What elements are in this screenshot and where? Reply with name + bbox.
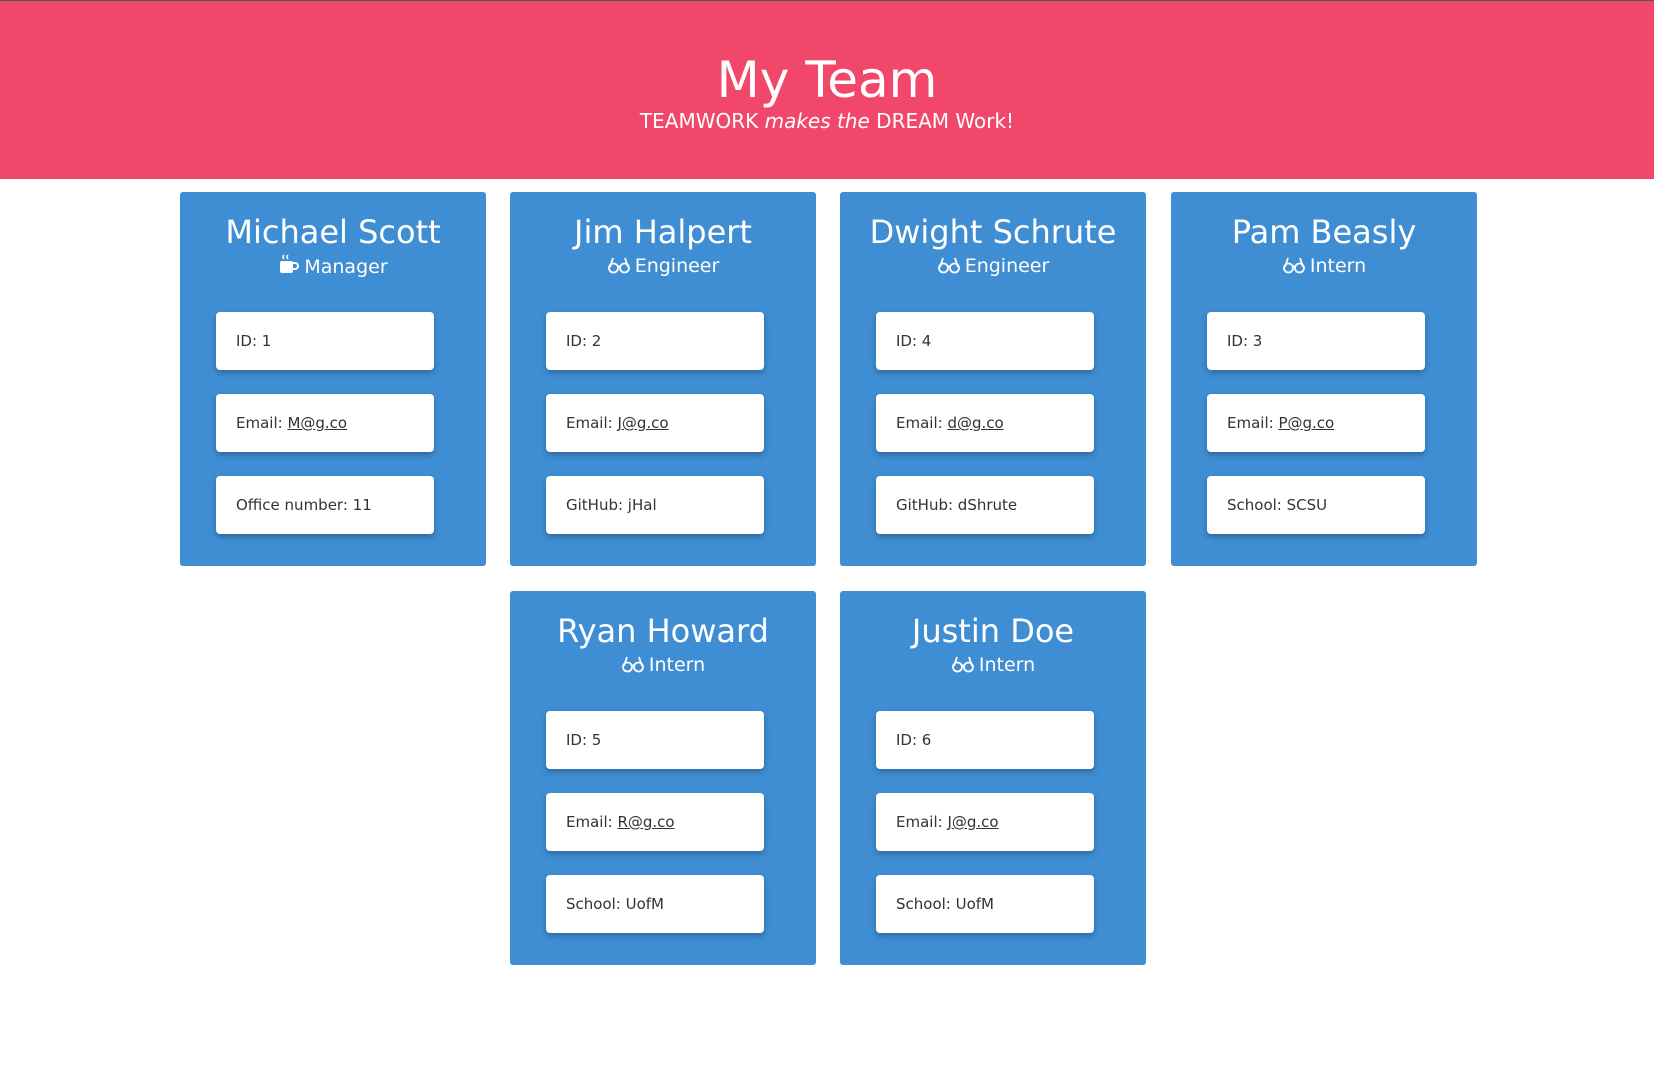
email-label: Email:	[236, 414, 288, 432]
role-label: Intern	[648, 654, 706, 676]
employee-card: Michael Scott Manager ID: 1 Email: M@g.c…	[180, 192, 486, 566]
employee-email: Email: M@g.co	[216, 394, 434, 452]
employee-card: Justin Doe Intern ID: 6 Email: J@g.co Sc…	[840, 591, 1146, 965]
email-label: Email:	[566, 414, 618, 432]
employee-card: Jim Halpert Engineer ID: 2 Email: J@g.co…	[510, 192, 816, 566]
employee-role: Engineer	[840, 254, 1146, 281]
email-link[interactable]: M@g.co	[287, 414, 347, 432]
employee-office-number: Office number: 11	[216, 476, 434, 534]
employee-id: ID: 2	[546, 312, 764, 370]
employee-role: Intern	[510, 653, 816, 680]
employee-email: Email: J@g.co	[546, 394, 764, 452]
employee-email: Email: P@g.co	[1207, 394, 1425, 452]
employee-id: ID: 1	[216, 312, 434, 370]
tagline-italic: makes the	[764, 109, 870, 133]
employee-school: School: UofM	[546, 875, 764, 933]
page-header: My Team TEAMWORK makes the DREAM Work!	[0, 1, 1654, 179]
employee-name: Jim Halpert	[574, 213, 752, 251]
employee-card: Pam Beasly Intern ID: 3 Email: P@g.co Sc…	[1171, 192, 1477, 566]
role-label: Intern	[1309, 255, 1367, 277]
page-tagline: TEAMWORK makes the DREAM Work!	[0, 109, 1654, 133]
employee-name: Ryan Howard	[557, 612, 769, 650]
employee-role: Engineer	[510, 254, 816, 281]
page-title: My Team	[716, 51, 938, 109]
email-link[interactable]: P@g.co	[1278, 414, 1334, 432]
employee-role: Manager	[180, 254, 486, 282]
employee-card: Dwight Schrute Engineer ID: 4 Email: d@g…	[840, 192, 1146, 566]
employee-github: GitHub: dShrute	[876, 476, 1094, 534]
glasses-icon	[607, 255, 631, 281]
email-link[interactable]: R@g.co	[617, 813, 674, 831]
employee-github: GitHub: jHal	[546, 476, 764, 534]
glasses-icon	[937, 255, 961, 281]
employee-card: Ryan Howard Intern ID: 5 Email: R@g.co S…	[510, 591, 816, 965]
employee-email: Email: d@g.co	[876, 394, 1094, 452]
employee-email: Email: J@g.co	[876, 793, 1094, 851]
email-link[interactable]: J@g.co	[947, 813, 998, 831]
employee-school: School: SCSU	[1207, 476, 1425, 534]
coffee-mug-icon	[278, 254, 300, 282]
role-label: Engineer	[634, 255, 720, 277]
email-label: Email:	[896, 813, 948, 831]
employee-school: School: UofM	[876, 875, 1094, 933]
employee-id: ID: 3	[1207, 312, 1425, 370]
glasses-icon	[951, 654, 975, 680]
role-label: Intern	[978, 654, 1036, 676]
email-link[interactable]: d@g.co	[947, 414, 1003, 432]
employee-id: ID: 4	[876, 312, 1094, 370]
role-label: Engineer	[964, 255, 1050, 277]
email-label: Email:	[1227, 414, 1279, 432]
email-label: Email:	[896, 414, 948, 432]
employee-role: Intern	[1171, 254, 1477, 281]
tagline-part1: TEAMWORK	[639, 109, 765, 133]
employee-role: Intern	[840, 653, 1146, 680]
employee-name: Pam Beasly	[1231, 213, 1417, 251]
role-label: Manager	[304, 256, 388, 278]
employee-name: Michael Scott	[225, 213, 441, 251]
glasses-icon	[1282, 255, 1306, 281]
employee-id: ID: 6	[876, 711, 1094, 769]
tagline-part2: DREAM Work!	[869, 109, 1015, 133]
email-link[interactable]: J@g.co	[617, 414, 668, 432]
employee-name: Dwight Schrute	[869, 213, 1117, 251]
employee-id: ID: 5	[546, 711, 764, 769]
glasses-icon	[621, 654, 645, 680]
email-label: Email:	[566, 813, 618, 831]
employee-email: Email: R@g.co	[546, 793, 764, 851]
employee-name: Justin Doe	[911, 612, 1075, 650]
